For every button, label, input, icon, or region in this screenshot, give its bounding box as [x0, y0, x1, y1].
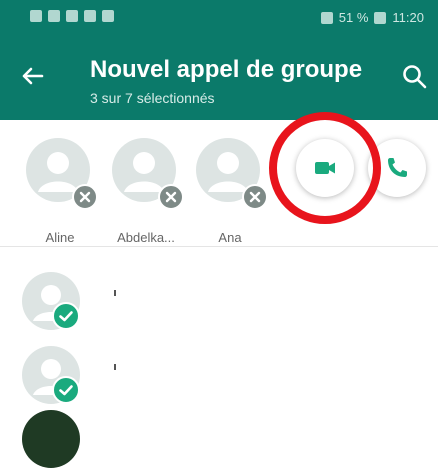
highlight-circle [269, 112, 381, 224]
truncated-name-mark [114, 364, 116, 370]
battery-icon [374, 11, 387, 24]
checkmark-icon [59, 311, 73, 322]
contact-name: Abdelka... [117, 230, 175, 245]
status-icons-left [30, 10, 114, 22]
back-button[interactable] [16, 60, 48, 92]
checkmark-icon [59, 385, 73, 396]
selected-check-badge [52, 302, 80, 330]
signal-2-icon [48, 10, 60, 22]
remove-contact-button[interactable] [242, 184, 268, 210]
truncated-name-mark [114, 290, 116, 296]
app-bar: Nouvel appel de groupe 3 sur 7 sélection… [0, 36, 438, 120]
close-icon [165, 191, 177, 203]
selected-contact-chip[interactable]: Aline [20, 138, 100, 248]
clock: 11:20 [392, 10, 424, 25]
contact-name: Ana [218, 230, 242, 245]
remove-contact-button[interactable] [72, 184, 98, 210]
remove-contact-button[interactable] [158, 184, 184, 210]
page-title: Nouvel appel de groupe [90, 56, 363, 83]
status-icons-right: 51 % 11:20 [320, 10, 424, 25]
contact-list-item[interactable] [22, 346, 116, 406]
vibrate-icon [320, 11, 333, 24]
alarm-icon [66, 10, 78, 22]
contact-photo-avatar[interactable] [22, 410, 80, 468]
contact-name: Aline [45, 230, 75, 245]
signal-icon [30, 10, 42, 22]
search-icon [403, 65, 427, 89]
arrow-left-icon [22, 67, 44, 85]
divider [0, 246, 438, 247]
selected-contact-chip[interactable]: Ana [190, 138, 270, 248]
selected-check-badge [52, 376, 80, 404]
settings-icon [102, 10, 114, 22]
notification-icon [84, 10, 96, 22]
contact-list-item[interactable] [22, 272, 116, 332]
battery-level: 51 % [338, 10, 369, 25]
close-icon [249, 191, 261, 203]
search-button[interactable] [400, 62, 430, 92]
selection-count: 3 sur 7 sélectionnés [90, 90, 215, 106]
status-bar: 51 % 11:20 [0, 0, 438, 36]
close-icon [79, 191, 91, 203]
selected-contact-chip[interactable]: Abdelka... [106, 138, 186, 248]
